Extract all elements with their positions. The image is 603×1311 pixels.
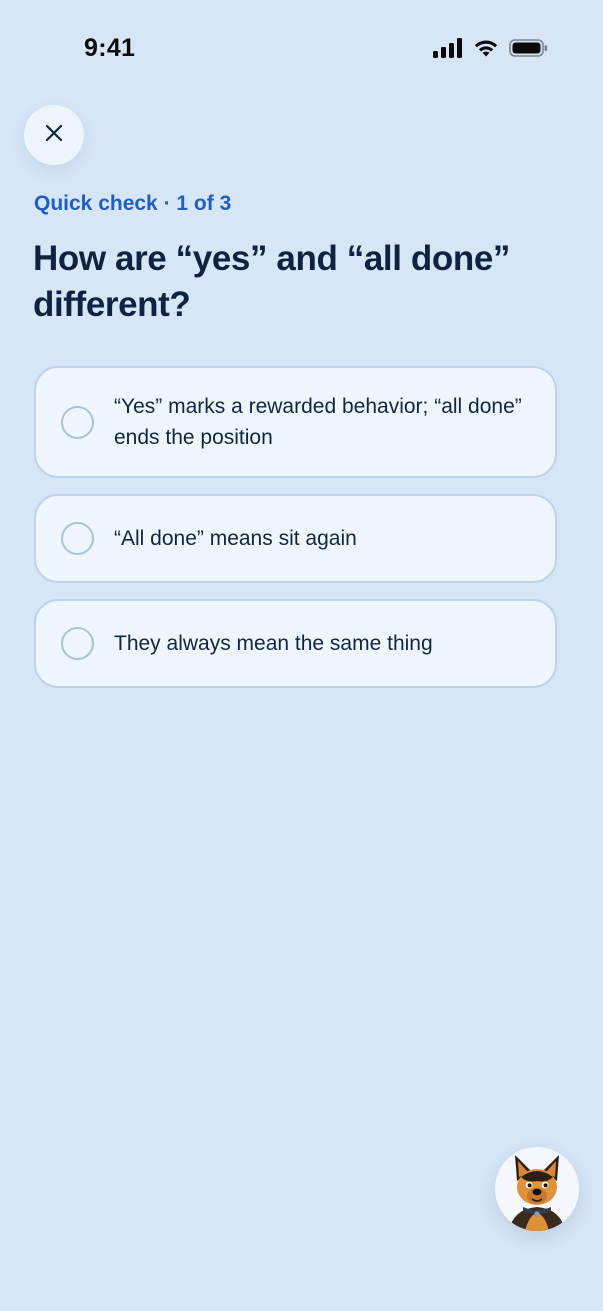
answer-option-label: “Yes” marks a rewarded behavior; “all do… xyxy=(114,395,522,449)
answer-option-label: “All done” means sit again xyxy=(114,527,357,550)
close-icon xyxy=(44,123,64,148)
answer-option-3[interactable]: They always mean the same thing xyxy=(34,599,557,688)
wifi-icon xyxy=(473,38,499,63)
status-bar: 9:41 xyxy=(0,0,603,96)
radio-button[interactable] xyxy=(61,405,94,439)
status-time: 9:41 xyxy=(84,34,136,62)
quiz-progress-label: Quick check · 1 of 3 xyxy=(34,192,232,215)
question-title: How are “yes” and “all done” different? xyxy=(33,239,510,324)
dog-mascot-avatar[interactable] xyxy=(495,1147,579,1231)
status-icons xyxy=(433,38,549,63)
dog-mascot-icon xyxy=(509,1155,565,1231)
quiz-screen: 9:41 Quick check · 1 of 3 How are “yes” … xyxy=(0,0,603,1311)
answer-option-label: They always mean the same thing xyxy=(114,632,433,655)
cellular-signal-icon xyxy=(433,38,463,63)
radio-button[interactable] xyxy=(61,522,94,555)
answer-option-1[interactable]: “Yes” marks a rewarded behavior; “all do… xyxy=(34,366,557,478)
radio-button[interactable] xyxy=(61,627,94,660)
answer-option-2[interactable]: “All done” means sit again xyxy=(34,494,557,583)
battery-icon xyxy=(509,38,549,63)
close-button[interactable] xyxy=(24,105,84,165)
answer-options: “Yes” marks a rewarded behavior; “all do… xyxy=(34,366,557,704)
